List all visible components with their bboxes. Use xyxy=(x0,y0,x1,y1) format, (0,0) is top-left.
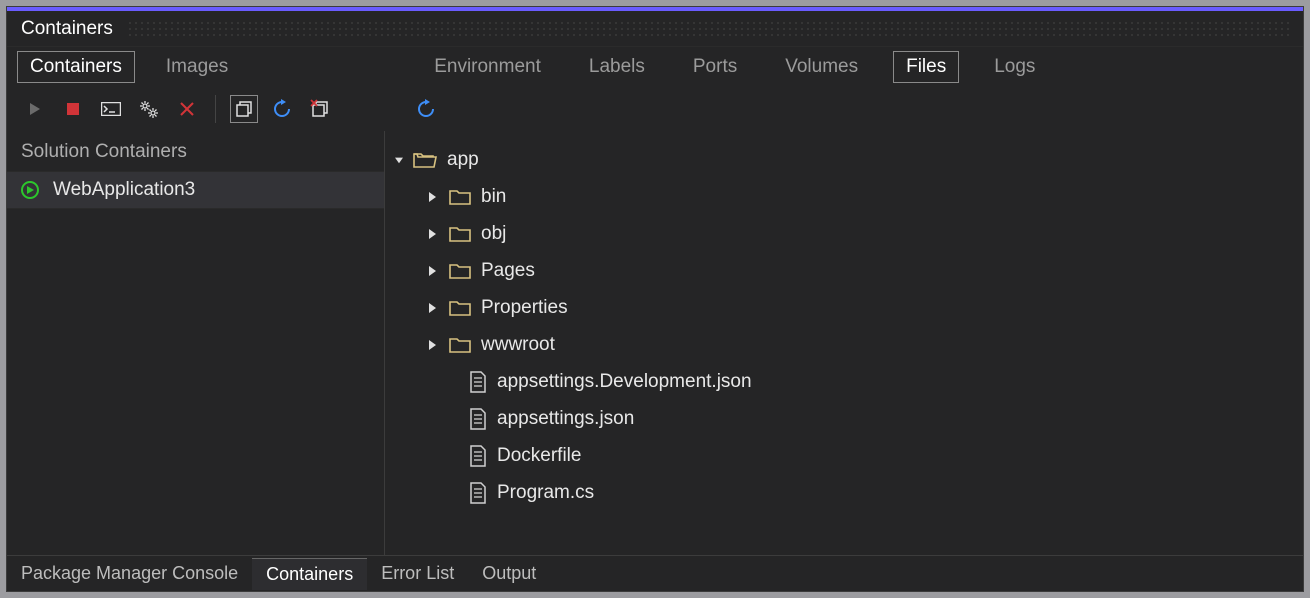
tree-label: app xyxy=(447,149,479,171)
folder-icon xyxy=(449,225,471,243)
file-tree: app bin obj Pages xyxy=(385,141,1303,511)
tree-label: appsettings.json xyxy=(497,408,634,430)
bottom-tab-pmc[interactable]: Package Manager Console xyxy=(7,558,252,589)
tree-label: Program.cs xyxy=(497,482,594,504)
container-item[interactable]: WebApplication3 xyxy=(7,171,384,209)
tree-folder[interactable]: wwwroot xyxy=(389,326,1303,363)
tab-volumes[interactable]: Volumes xyxy=(772,51,871,83)
tab-labels[interactable]: Labels xyxy=(576,51,658,83)
chevron-right-icon[interactable] xyxy=(425,338,439,352)
settings-button[interactable] xyxy=(135,95,163,123)
tree-file[interactable]: Program.cs xyxy=(389,474,1303,511)
status-running-icon xyxy=(21,181,39,199)
refresh-icon xyxy=(272,99,292,119)
tree-label: bin xyxy=(481,186,506,208)
file-icon xyxy=(469,408,487,430)
folder-icon xyxy=(449,336,471,354)
chevron-right-icon[interactable] xyxy=(425,264,439,278)
toolbar-divider xyxy=(215,95,216,123)
tree-folder[interactable]: obj xyxy=(389,215,1303,252)
tree-label: Properties xyxy=(481,297,568,319)
tree-folder[interactable]: Properties xyxy=(389,289,1303,326)
gears-icon xyxy=(139,100,159,118)
delete-button[interactable] xyxy=(173,95,201,123)
container-name: WebApplication3 xyxy=(53,179,195,201)
terminal-button[interactable] xyxy=(97,95,125,123)
files-panel: app bin obj Pages xyxy=(385,131,1303,555)
chevron-right-icon[interactable] xyxy=(425,190,439,204)
file-icon xyxy=(469,445,487,467)
tree-file[interactable]: appsettings.json xyxy=(389,400,1303,437)
tree-file[interactable]: appsettings.Development.json xyxy=(389,363,1303,400)
bottom-tabs: Package Manager Console Containers Error… xyxy=(7,555,1303,591)
prune-button[interactable] xyxy=(306,95,334,123)
tab-images[interactable]: Images xyxy=(153,51,241,83)
tree-folder[interactable]: bin xyxy=(389,178,1303,215)
tree-label: obj xyxy=(481,223,506,245)
chevron-right-icon[interactable] xyxy=(425,227,439,241)
chevron-right-icon[interactable] xyxy=(425,301,439,315)
tab-ports[interactable]: Ports xyxy=(680,51,750,83)
folder-icon xyxy=(449,188,471,206)
folder-icon xyxy=(449,262,471,280)
tree-folder-root[interactable]: app xyxy=(389,141,1303,178)
file-icon xyxy=(469,482,487,504)
tree-label: wwwroot xyxy=(481,334,555,356)
tree-label: appsettings.Development.json xyxy=(497,371,752,393)
start-button[interactable] xyxy=(21,95,49,123)
tree-label: Dockerfile xyxy=(497,445,581,467)
stop-button[interactable] xyxy=(59,95,87,123)
stop-icon xyxy=(66,102,80,116)
stacked-boxes-icon xyxy=(235,100,253,118)
bottom-tab-output[interactable]: Output xyxy=(468,558,550,589)
side-panel: Solution Containers WebApplication3 xyxy=(7,131,385,555)
bottom-tab-containers[interactable]: Containers xyxy=(252,558,367,590)
tree-file[interactable]: Dockerfile xyxy=(389,437,1303,474)
tab-containers[interactable]: Containers xyxy=(17,51,135,83)
panel-title-row: Containers xyxy=(7,11,1303,47)
prune-icon xyxy=(310,99,330,119)
play-icon xyxy=(28,102,42,116)
refresh-files-button[interactable] xyxy=(412,95,440,123)
x-icon xyxy=(179,101,195,117)
refresh-button[interactable] xyxy=(268,95,296,123)
tab-environment[interactable]: Environment xyxy=(421,51,554,83)
folder-open-icon xyxy=(413,150,437,170)
file-icon xyxy=(469,371,487,393)
panel-title: Containers xyxy=(7,18,127,40)
tree-label: Pages xyxy=(481,260,535,282)
side-heading: Solution Containers xyxy=(7,133,384,171)
folder-icon xyxy=(449,299,471,317)
tab-logs[interactable]: Logs xyxy=(981,51,1048,83)
show-all-containers-button[interactable] xyxy=(230,95,258,123)
tree-folder[interactable]: Pages xyxy=(389,252,1303,289)
bottom-tab-errorlist[interactable]: Error List xyxy=(367,558,468,589)
grip-dots[interactable] xyxy=(127,20,1293,38)
refresh-icon xyxy=(416,99,436,119)
terminal-icon xyxy=(101,102,121,116)
chevron-down-icon[interactable] xyxy=(389,153,403,167)
tab-files[interactable]: Files xyxy=(893,51,959,83)
